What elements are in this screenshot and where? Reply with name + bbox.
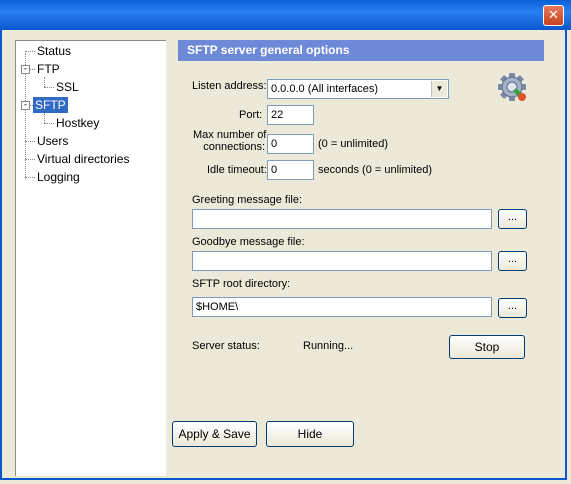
tree-item-users[interactable]: Users	[35, 133, 70, 149]
tree-line	[44, 123, 54, 124]
apply-save-button[interactable]: Apply & Save	[172, 421, 257, 447]
goodbye-file-input[interactable]	[192, 251, 492, 271]
tree-item-status[interactable]: Status	[35, 43, 73, 59]
tree-line	[25, 51, 35, 52]
listen-address-select[interactable]: 0.0.0.0 (All interfaces) ▼	[267, 79, 449, 99]
tree-item-hostkey[interactable]: Hostkey	[54, 115, 101, 131]
expander-sftp[interactable]: -	[21, 101, 30, 110]
greeting-file-label: Greeting message file:	[192, 194, 303, 206]
goodbye-file-label: Goodbye message file:	[192, 236, 305, 248]
greeting-file-input[interactable]	[192, 209, 492, 229]
server-status-value: Running...	[303, 340, 354, 352]
tree-item-logging[interactable]: Logging	[35, 169, 82, 185]
tree-item-ftp[interactable]: FTP	[35, 61, 62, 77]
sftp-options-window: ✕ - - Status FTP SSL SFTP Hostkey Users …	[0, 0, 571, 484]
idle-timeout-input[interactable]: 0	[267, 160, 314, 180]
tree-line	[25, 159, 35, 160]
max-connections-input[interactable]: 0	[267, 134, 314, 154]
port-label: Port:	[239, 109, 263, 121]
gear-icon	[498, 73, 526, 101]
greeting-browse-button[interactable]: ...	[498, 209, 527, 229]
stop-button[interactable]: Stop	[449, 335, 525, 359]
max-connections-label-line1: Max number of	[193, 129, 267, 141]
goodbye-browse-button[interactable]: ...	[498, 251, 527, 271]
listen-address-label: Listen address:	[192, 80, 267, 92]
tree-item-sftp[interactable]: SFTP	[33, 97, 68, 113]
root-directory-browse-button[interactable]: ...	[498, 298, 527, 318]
title-bar[interactable]: ✕	[0, 0, 571, 30]
tree-item-virtual-directories[interactable]: Virtual directories	[35, 151, 131, 167]
chevron-down-icon[interactable]: ▼	[431, 81, 447, 97]
max-connections-label: Max number of connections:	[193, 129, 267, 153]
max-connections-label-line2: connections:	[203, 141, 265, 153]
port-input[interactable]: 22	[267, 105, 314, 125]
idle-timeout-hint: seconds (0 = unlimited)	[318, 164, 433, 176]
tree-line	[25, 141, 35, 142]
server-status-label: Server status:	[192, 340, 260, 352]
root-directory-input[interactable]: $HOME\	[192, 297, 492, 317]
listen-address-value: 0.0.0.0 (All interfaces)	[271, 83, 378, 95]
tree-line	[44, 113, 45, 123]
hide-button[interactable]: Hide	[266, 421, 354, 447]
root-directory-label: SFTP root directory:	[192, 278, 291, 290]
max-connections-hint: (0 = unlimited)	[318, 138, 389, 150]
tree-line	[25, 177, 35, 178]
tree-item-ssl[interactable]: SSL	[54, 79, 81, 95]
navigation-tree[interactable]: - - Status FTP SSL SFTP Hostkey Users Vi…	[15, 40, 166, 476]
expander-ftp[interactable]: -	[21, 65, 30, 74]
close-icon[interactable]: ✕	[543, 5, 564, 26]
tree-line	[44, 77, 45, 87]
idle-timeout-label: Idle timeout:	[207, 164, 267, 176]
panel-title: SFTP server general options	[178, 40, 544, 61]
tree-line	[44, 87, 54, 88]
